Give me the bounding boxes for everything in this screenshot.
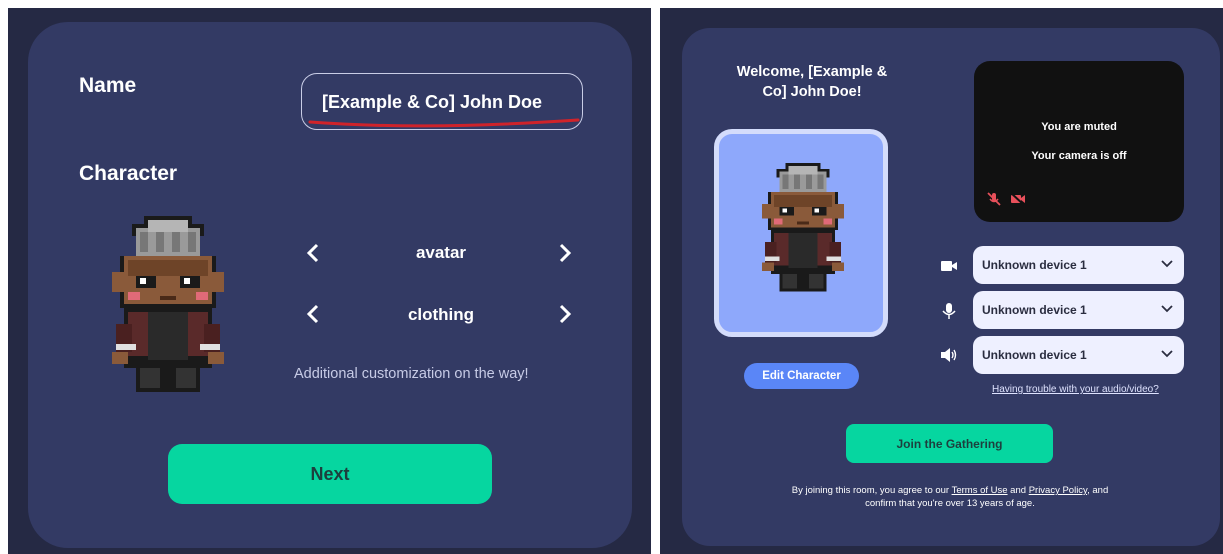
speaker-select-value: Unknown device 1	[982, 348, 1087, 362]
terms-of-use-link[interactable]: Terms of Use	[952, 485, 1008, 496]
av-trouble-link[interactable]: Having trouble with your audio/video?	[992, 384, 1159, 395]
chevron-down-icon	[1161, 305, 1173, 313]
speaker-select[interactable]: Unknown device 1	[973, 336, 1184, 374]
avatar-preview	[714, 129, 888, 337]
avatar-prev-button[interactable]	[306, 242, 330, 270]
microphone-select[interactable]: Unknown device 1	[973, 291, 1184, 329]
camera-off-icon[interactable]	[1010, 191, 1026, 207]
name-label: Name	[79, 74, 137, 97]
red-underline-annotation	[308, 118, 580, 128]
microphone-select-value: Unknown device 1	[982, 303, 1087, 317]
edit-character-button[interactable]: Edit Character	[744, 363, 859, 389]
muted-status: You are muted	[1041, 121, 1117, 133]
legal-text-2: and	[1007, 485, 1029, 496]
mic-off-icon[interactable]	[986, 191, 1002, 207]
character-label: Character	[79, 162, 178, 185]
chevron-left-icon	[306, 304, 319, 324]
avatar-next-button[interactable]	[558, 242, 582, 270]
customization-hint: Additional customization on the way!	[294, 366, 529, 382]
join-gathering-button[interactable]: Join the Gathering	[846, 424, 1053, 463]
camera-select-value: Unknown device 1	[982, 258, 1087, 272]
character-setup-card: Name Character	[28, 22, 632, 548]
next-button[interactable]: Next	[168, 444, 492, 504]
character-setup-frame: Name Character	[8, 8, 651, 554]
chevron-right-icon	[559, 304, 572, 324]
join-room-frame: Welcome, [Example & Co] John Doe! Edit C…	[660, 8, 1223, 554]
character-avatar	[762, 162, 844, 292]
clothing-option-label: clothing	[407, 305, 475, 324]
speaker-icon	[940, 346, 960, 366]
camera-select[interactable]: Unknown device 1	[973, 246, 1184, 284]
clothing-prev-button[interactable]	[306, 303, 330, 331]
avatar-option-label: avatar	[415, 243, 467, 262]
legal-text-1: By joining this room, you agree to our	[791, 485, 952, 496]
legal-notice: By joining this room, you agree to our T…	[782, 484, 1118, 510]
microphone-icon	[940, 302, 960, 322]
join-room-card: Welcome, [Example & Co] John Doe! Edit C…	[682, 28, 1220, 546]
welcome-heading: Welcome, [Example & Co] John Doe!	[702, 62, 922, 102]
chevron-down-icon	[1161, 260, 1173, 268]
chevron-right-icon	[559, 243, 572, 263]
chevron-down-icon	[1161, 350, 1173, 358]
welcome-line-1: Welcome, [Example &	[736, 64, 888, 80]
clothing-next-button[interactable]	[558, 303, 582, 331]
privacy-policy-link[interactable]: Privacy Policy	[1029, 485, 1087, 496]
video-preview: You are muted Your camera is off	[974, 61, 1184, 222]
chevron-left-icon	[306, 243, 319, 263]
welcome-line-2: Co] John Doe!	[762, 84, 862, 100]
camera-icon	[940, 257, 960, 277]
character-avatar	[112, 216, 224, 392]
media-toggles	[986, 191, 1026, 207]
camera-status: Your camera is off	[1031, 150, 1127, 162]
